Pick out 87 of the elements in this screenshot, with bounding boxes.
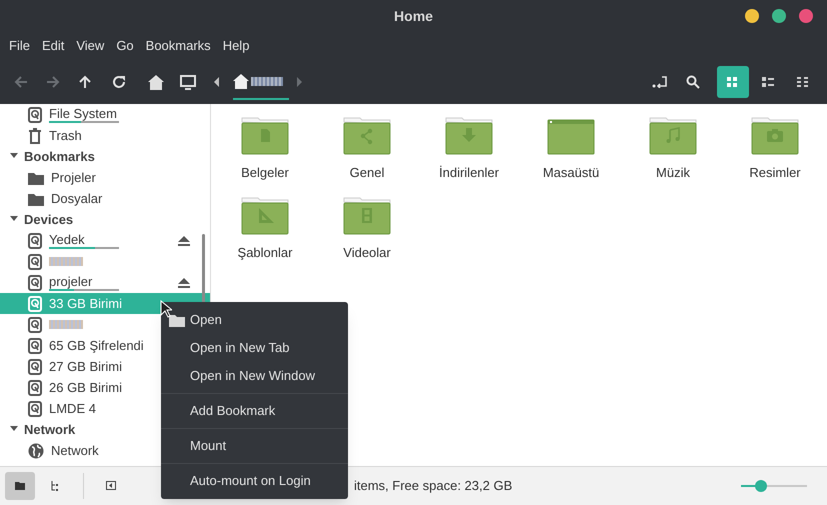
sidebar-item[interactable]: projeler bbox=[0, 272, 210, 293]
drive-icon bbox=[28, 232, 42, 248]
expanded-caret-icon[interactable] bbox=[10, 152, 18, 160]
menu-item[interactable]: View bbox=[70, 36, 110, 56]
menu-item[interactable]: Bookmarks bbox=[140, 36, 217, 56]
file-name[interactable]: Belgeler bbox=[241, 163, 289, 182]
file-name[interactable]: Videolar bbox=[343, 243, 391, 262]
drive-icon bbox=[28, 400, 42, 416]
status-text: items, Free space: 23,2 GB bbox=[354, 477, 512, 496]
section-heading: Devices bbox=[24, 210, 74, 229]
file-name[interactable]: Genel bbox=[350, 163, 384, 182]
expanded-caret-icon[interactable] bbox=[10, 216, 18, 224]
folder-icon bbox=[28, 192, 44, 206]
drive-icon bbox=[28, 316, 42, 332]
menu-item[interactable]: Edit bbox=[36, 36, 70, 56]
folder-icon[interactable] bbox=[649, 116, 697, 156]
folder-icon[interactable] bbox=[343, 196, 391, 236]
sidebar-item[interactable]: Yedek bbox=[0, 230, 210, 251]
menu-item[interactable]: Add Bookmark bbox=[161, 397, 348, 425]
sidebar-item[interactable]: 26 GB Birimi bbox=[0, 377, 158, 398]
scrollbar-thumb[interactable] bbox=[202, 234, 205, 304]
window-title: Home bbox=[394, 6, 433, 26]
compact-list-icon bbox=[797, 77, 809, 87]
menu-item[interactable]: Help bbox=[216, 36, 256, 56]
drive-icon bbox=[28, 380, 42, 396]
file-name[interactable]: İndirilenler bbox=[439, 163, 499, 182]
pane-button[interactable] bbox=[5, 472, 35, 500]
sidebar-item[interactable]: File System bbox=[0, 104, 158, 125]
sidebar-item[interactable]: Network bbox=[0, 440, 158, 461]
sidebar-item[interactable]: 65 GB Şifrelendi bbox=[0, 335, 158, 356]
drive-icon bbox=[28, 254, 42, 270]
monitor-icon[interactable] bbox=[180, 74, 196, 90]
drive-icon bbox=[28, 106, 42, 122]
drive-icon bbox=[28, 274, 42, 290]
section-heading: Network bbox=[24, 420, 76, 439]
menu-item[interactable]: Mount bbox=[161, 432, 348, 460]
sidebar-item[interactable]: Projeler bbox=[0, 167, 158, 188]
home-icon[interactable] bbox=[148, 74, 164, 90]
folder-icon[interactable] bbox=[445, 116, 493, 156]
expanded-caret-icon[interactable] bbox=[10, 426, 18, 434]
file-name[interactable]: Resimler bbox=[749, 163, 801, 182]
folder-icon bbox=[15, 481, 25, 491]
back-arrow-icon[interactable] bbox=[14, 75, 28, 89]
folder-icon[interactable] bbox=[751, 116, 799, 156]
menu-item[interactable]: Auto-mount on Login bbox=[161, 467, 348, 495]
sidebar-toggle-icon bbox=[106, 481, 116, 491]
drive-icon bbox=[28, 338, 42, 354]
menu-item[interactable]: Open in New Tab bbox=[161, 334, 348, 362]
eject-icon[interactable] bbox=[178, 236, 190, 246]
forward-arrow-icon[interactable] bbox=[46, 75, 60, 89]
folder-icon bbox=[28, 170, 44, 184]
folder-icon[interactable] bbox=[241, 116, 289, 156]
maximize-button[interactable] bbox=[772, 9, 786, 23]
file-name[interactable]: Masaüstü bbox=[542, 163, 600, 182]
zoom-slider[interactable] bbox=[741, 479, 807, 493]
close-button[interactable] bbox=[799, 9, 813, 23]
section-heading: Bookmarks bbox=[24, 148, 95, 166]
minimize-button[interactable] bbox=[745, 9, 759, 23]
grid-icon bbox=[727, 77, 739, 87]
file-name[interactable]: Müzik bbox=[656, 163, 690, 182]
sidebar-item[interactable]: Trash bbox=[0, 125, 158, 146]
drive-icon bbox=[28, 358, 42, 374]
trash-icon bbox=[28, 128, 42, 144]
tree-icon bbox=[51, 481, 61, 491]
menu-item[interactable]: Open in New Window bbox=[161, 362, 348, 390]
path-toggle-icon[interactable] bbox=[652, 76, 668, 88]
folder-icon[interactable] bbox=[343, 116, 391, 156]
reload-icon[interactable] bbox=[112, 75, 126, 89]
eject-icon[interactable] bbox=[178, 278, 190, 288]
home-icon bbox=[233, 74, 249, 88]
menu-item[interactable]: Go bbox=[110, 36, 140, 56]
sidebar-item[interactable]: LMDE 4 bbox=[0, 398, 158, 419]
sidebar-item[interactable]: Dosyalar bbox=[0, 188, 158, 209]
sidebar-item[interactable]: 27 GB Birimi bbox=[0, 356, 158, 377]
right-caret-icon[interactable] bbox=[297, 77, 302, 87]
left-caret-icon[interactable] bbox=[214, 77, 219, 87]
list-icon bbox=[762, 77, 774, 87]
globe-icon bbox=[28, 442, 44, 458]
folder-icon[interactable] bbox=[241, 196, 289, 236]
file-name[interactable]: Şablonlar bbox=[238, 243, 292, 262]
menu-item[interactable]: File bbox=[3, 36, 36, 56]
redacted-label bbox=[251, 76, 283, 86]
search-icon[interactable] bbox=[686, 75, 700, 89]
up-arrow-icon[interactable] bbox=[78, 75, 92, 89]
slider-thumb[interactable] bbox=[754, 480, 767, 492]
drive-icon bbox=[28, 296, 42, 312]
mouse-cursor-icon bbox=[160, 300, 172, 318]
